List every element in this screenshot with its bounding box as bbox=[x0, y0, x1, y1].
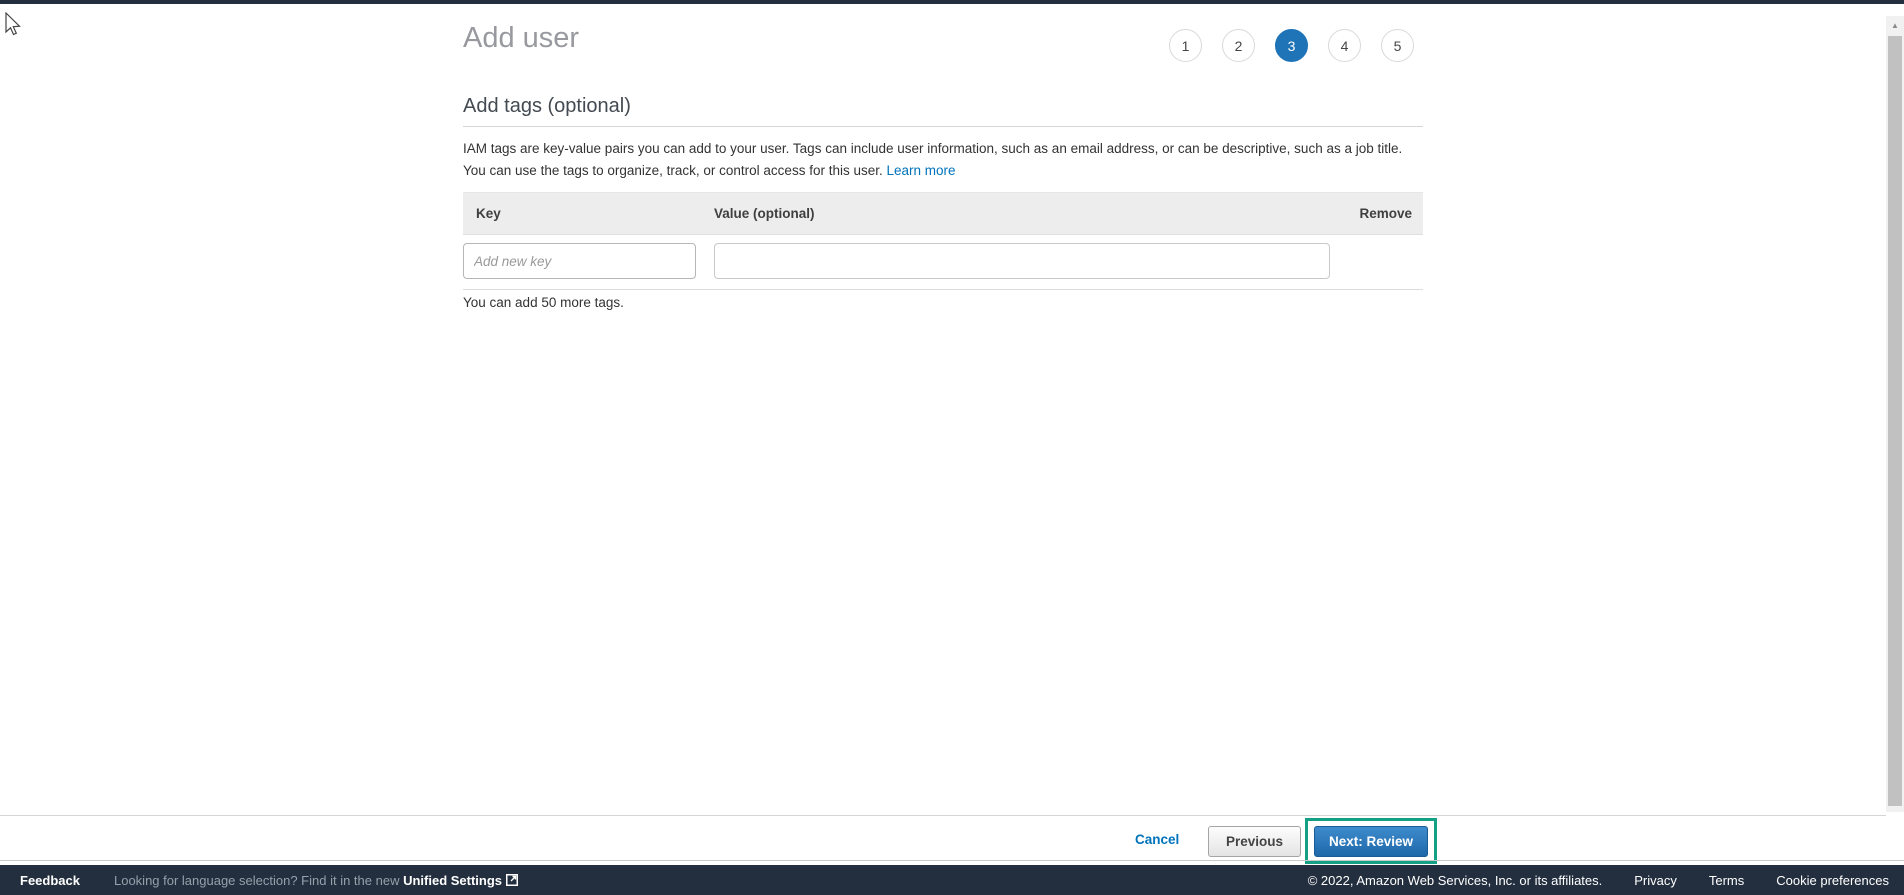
external-link-icon bbox=[506, 873, 519, 886]
page-title: Add user bbox=[463, 22, 580, 54]
terms-link[interactable]: Terms bbox=[1709, 873, 1744, 888]
wizard-step-4[interactable]: 4 bbox=[1328, 29, 1361, 62]
previous-button[interactable]: Previous bbox=[1208, 826, 1302, 857]
vertical-scrollbar[interactable]: ▲ bbox=[1886, 16, 1904, 812]
column-header-remove: Remove bbox=[1359, 206, 1412, 221]
console-top-bar bbox=[0, 0, 1904, 4]
language-selection-hint: Looking for language selection? Find it … bbox=[114, 873, 519, 888]
wizard-step-3[interactable]: 3 bbox=[1275, 29, 1308, 62]
language-hint-text: Looking for language selection? Find it … bbox=[113, 872, 404, 888]
tags-table: Key Value (optional) Remove bbox=[463, 192, 1423, 290]
learn-more-link[interactable]: Learn more bbox=[887, 163, 956, 178]
actions-divider bbox=[0, 815, 1886, 816]
wizard-step-indicator: 1 2 3 4 5 bbox=[1169, 29, 1414, 62]
scrollbar-thumb[interactable] bbox=[1888, 36, 1902, 806]
tags-remaining-hint: You can add 50 more tags. bbox=[463, 295, 624, 310]
cancel-button[interactable]: Cancel bbox=[1135, 832, 1179, 847]
section-divider bbox=[463, 126, 1423, 127]
next-review-button[interactable]: Next: Review bbox=[1313, 825, 1429, 857]
section-heading: Add tags (optional) bbox=[463, 95, 631, 117]
column-header-key: Key bbox=[476, 206, 501, 221]
tags-table-header: Key Value (optional) Remove bbox=[463, 192, 1423, 234]
column-header-value: Value (optional) bbox=[714, 206, 815, 221]
next-button-highlight-box: Next: Review bbox=[1305, 818, 1437, 864]
console-footer: Feedback Looking for language selection?… bbox=[0, 865, 1904, 895]
cookie-preferences-link[interactable]: Cookie preferences bbox=[1776, 873, 1889, 888]
add-user-wizard-page: { "page": { "title": "Add user" }, "wiza… bbox=[0, 0, 1904, 895]
tag-value-input[interactable] bbox=[714, 243, 1330, 279]
wizard-step-1[interactable]: 1 bbox=[1169, 29, 1202, 62]
scrollbar-up-arrow-icon[interactable]: ▲ bbox=[1886, 16, 1904, 34]
tag-input-row bbox=[463, 234, 1423, 290]
tag-key-input[interactable] bbox=[463, 243, 696, 279]
mouse-cursor bbox=[5, 12, 21, 36]
unified-settings-link[interactable]: Unified Settings bbox=[403, 873, 502, 888]
wizard-step-5[interactable]: 5 bbox=[1381, 29, 1414, 62]
footer-legal-links: © 2022, Amazon Web Services, Inc. or its… bbox=[1308, 873, 1904, 888]
copyright-text: © 2022, Amazon Web Services, Inc. or its… bbox=[1307, 872, 1603, 888]
wizard-step-2[interactable]: 2 bbox=[1222, 29, 1255, 62]
footer-divider bbox=[0, 860, 1904, 861]
feedback-link[interactable]: Feedback bbox=[20, 873, 80, 888]
privacy-link[interactable]: Privacy bbox=[1634, 873, 1677, 888]
section-description: IAM tags are key-value pairs you can add… bbox=[463, 138, 1423, 181]
